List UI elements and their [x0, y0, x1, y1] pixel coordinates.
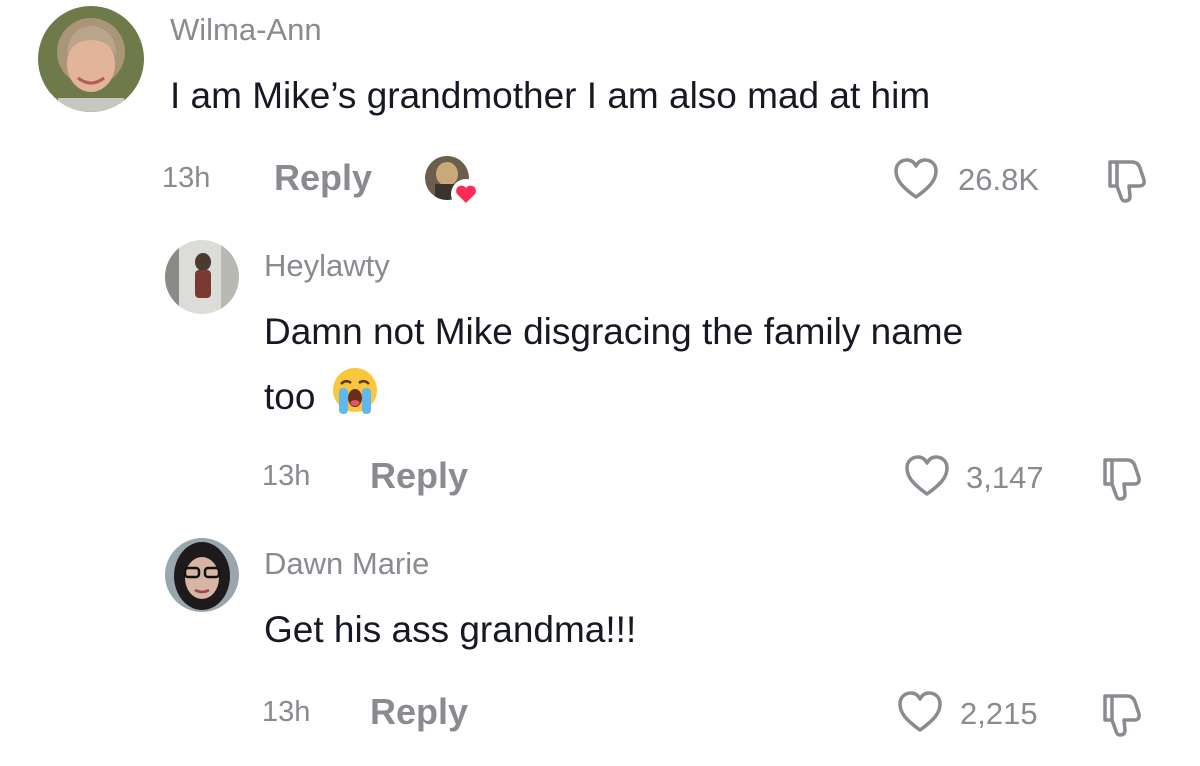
- dislike-icon[interactable]: [1097, 454, 1143, 502]
- comment-username[interactable]: Heylawty: [264, 248, 390, 284]
- comment-username[interactable]: Dawn Marie: [264, 546, 429, 582]
- heart-icon[interactable]: [903, 454, 951, 498]
- reply-button[interactable]: Reply: [370, 691, 468, 733]
- heart-icon[interactable]: [892, 157, 940, 201]
- reply-button[interactable]: Reply: [370, 455, 468, 497]
- creator-heart-badge-icon: [450, 178, 482, 210]
- comment-text: Get his ass grandma!!!: [264, 609, 637, 650]
- reply-button[interactable]: Reply: [274, 157, 372, 199]
- comment-text-line2: too: [264, 364, 381, 434]
- like-count: 2,215: [960, 696, 1038, 731]
- dislike-icon[interactable]: [1102, 156, 1148, 204]
- avatar-wilma-ann[interactable]: [38, 6, 144, 112]
- comment-timestamp: 13h: [262, 460, 311, 492]
- comment-text: I am Mike’s grandmother I am also mad at…: [170, 75, 931, 116]
- comment-text-line2-text: too: [264, 375, 316, 417]
- like-count: 26.8K: [958, 162, 1040, 197]
- like-count: 3,147: [966, 460, 1044, 495]
- comment-text-line1: Damn not Mike disgracing the family name: [264, 311, 964, 352]
- comment-username[interactable]: Wilma-Ann: [170, 12, 322, 48]
- comment-timestamp: 13h: [262, 696, 311, 728]
- avatar-dawn-marie[interactable]: [165, 538, 239, 612]
- loudly-crying-face-icon: [329, 364, 381, 434]
- avatar-heylawty[interactable]: [165, 240, 239, 314]
- heart-icon[interactable]: [896, 690, 944, 734]
- dislike-icon[interactable]: [1097, 690, 1143, 738]
- comment-timestamp: 13h: [162, 162, 211, 194]
